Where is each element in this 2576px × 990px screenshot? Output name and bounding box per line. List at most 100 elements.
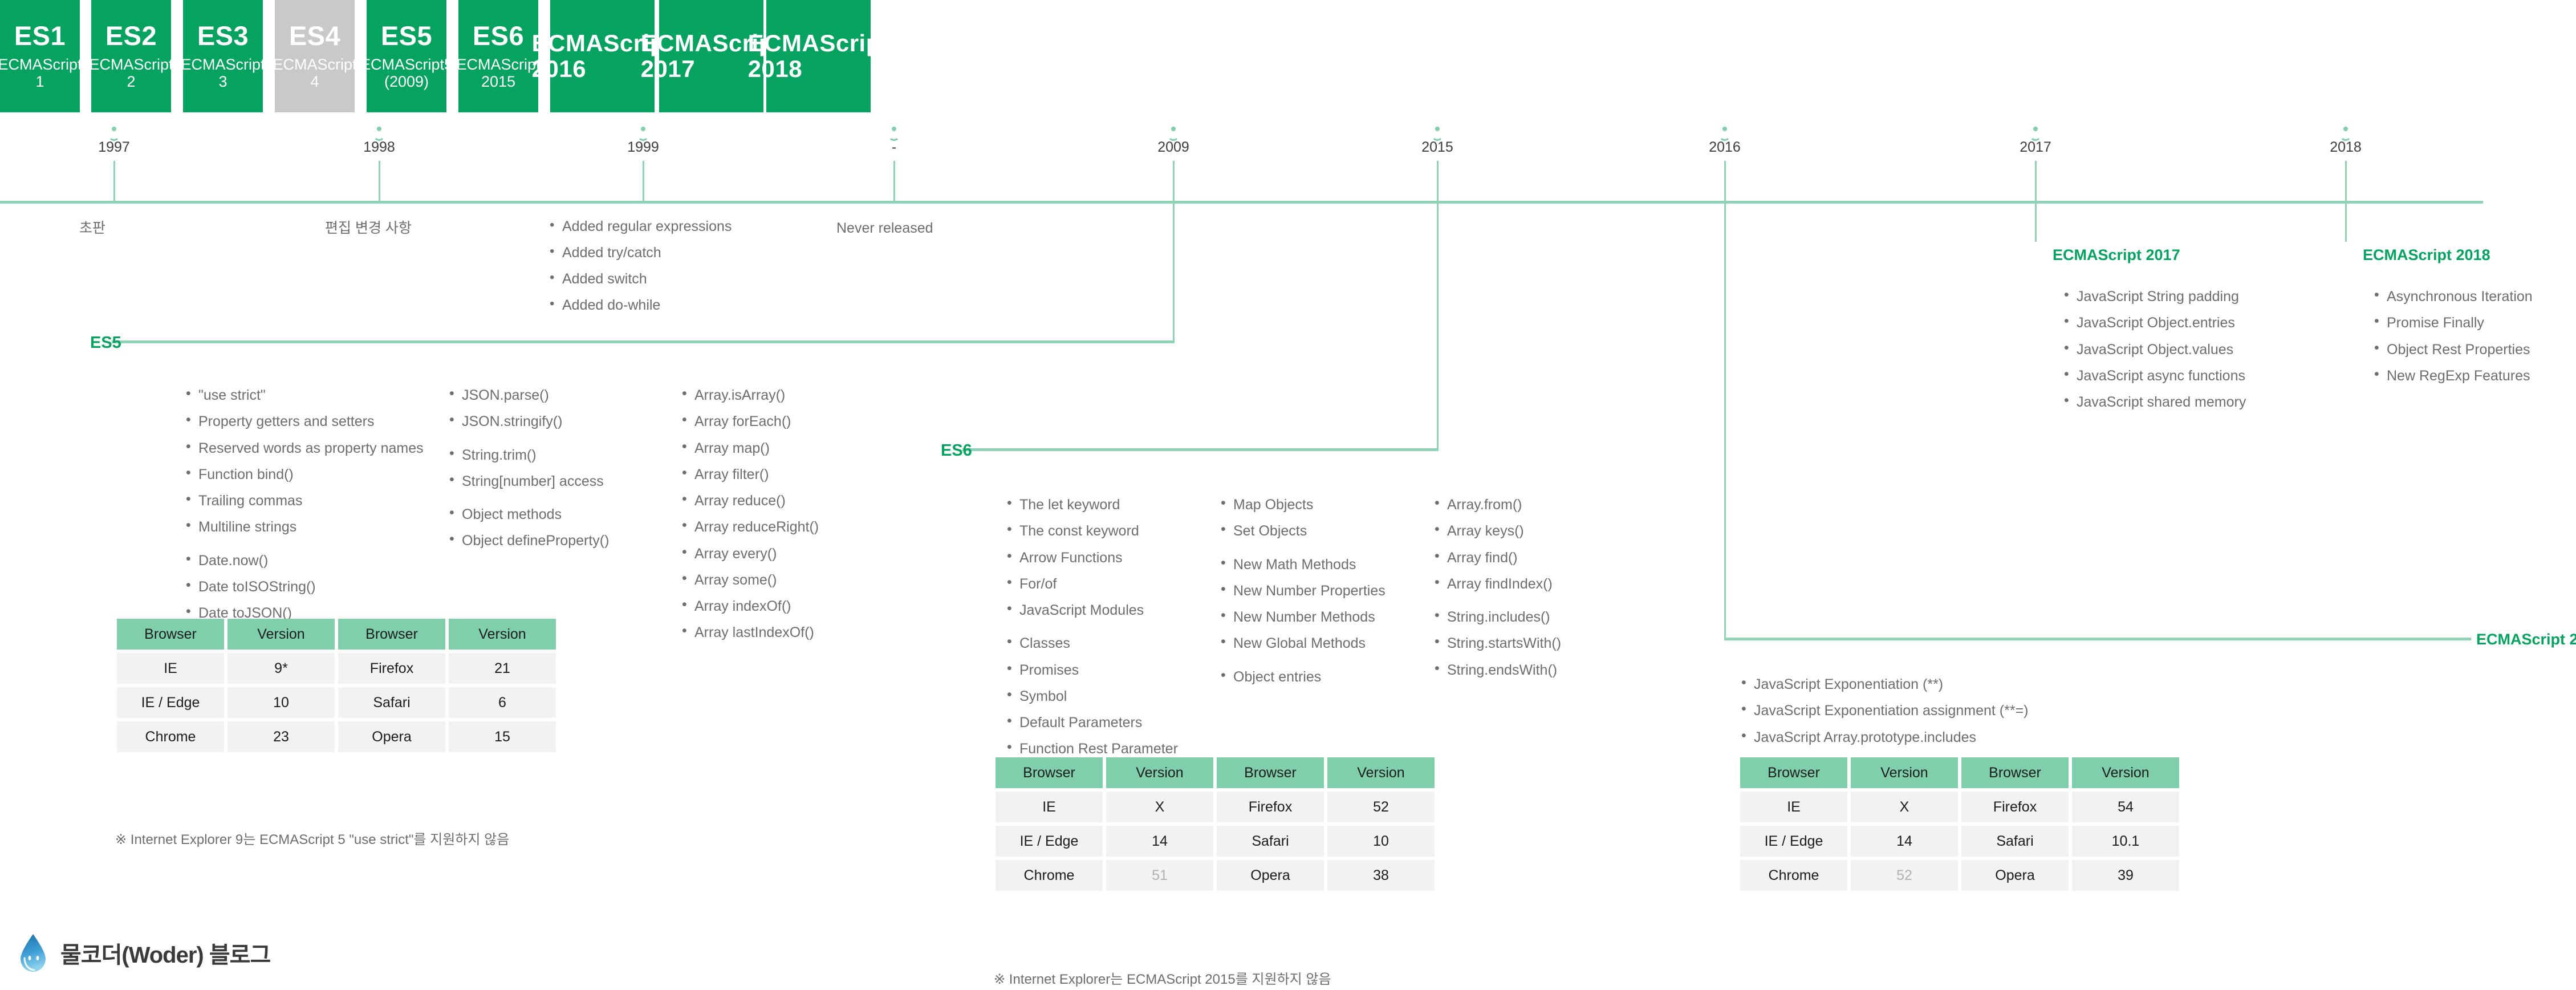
table-cell: Safari	[338, 687, 445, 718]
table-cell: 52	[1851, 860, 1958, 891]
es5-section-label: ES5	[90, 334, 121, 352]
list-item: Array lastIndexOf()	[678, 623, 819, 640]
caption-es4: Never released	[836, 221, 933, 236]
version-card-ecmascript-2018[interactable]: ECMAScript 2018	[748, 0, 889, 112]
table-row: IE / Edge 14 Safari 10	[996, 826, 1435, 857]
list-item: Promise Finally	[2371, 314, 2533, 330]
list-item: JSON.parse()	[446, 386, 609, 403]
es6-branch-vertical	[1437, 201, 1439, 451]
list-item: Set Objects	[1217, 522, 1385, 538]
table-row: Chrome 23 Opera 15	[117, 721, 556, 752]
es2018-feature-list: Asynchronous Iteration Promise Finally O…	[2371, 287, 2533, 383]
timeline-year-label: 1999	[627, 139, 659, 155]
list-item: Array every()	[678, 544, 819, 561]
table-cell: 15	[449, 721, 556, 752]
table-cell: Safari	[1217, 826, 1324, 857]
list-item: Array keys()	[1431, 522, 1561, 538]
list-item: JavaScript Array.prototype.includes	[1738, 728, 2029, 744]
list-item: Array find()	[1431, 548, 1561, 565]
column-header: Version	[1851, 757, 1958, 788]
column-header: Browser	[1961, 757, 2069, 788]
es6-table-note: ※ Internet Explorer는 ECMAScript 2015를 지원…	[994, 972, 1331, 987]
table-cell: 23	[227, 721, 335, 752]
timeline-year-label: 2017	[2020, 139, 2051, 155]
list-item: For/of	[1003, 575, 1178, 591]
list-item: String.trim()	[446, 445, 609, 462]
water-drop-icon	[17, 933, 49, 973]
list-item: New Global Methods	[1217, 634, 1385, 651]
es2016-branch-vertical	[1724, 201, 1726, 640]
card-title: ES1	[14, 21, 66, 51]
list-item: Property getters and setters	[182, 412, 424, 429]
timeline-year-label: 2016	[1709, 139, 1741, 155]
table-cell: 21	[449, 653, 556, 684]
table-cell: 14	[1106, 826, 1213, 857]
column-header: Browser	[117, 619, 224, 650]
table-row: IE 9* Firefox 21	[117, 653, 556, 684]
list-item: New Math Methods	[1217, 555, 1385, 571]
caption-es1-text: 초판	[79, 220, 106, 236]
timeline-year-label: 1997	[98, 139, 130, 155]
list-item: The let keyword	[1003, 496, 1178, 512]
list-item: Object methods	[446, 505, 609, 522]
list-item: Array reduce()	[678, 492, 819, 508]
version-card-es6[interactable]: ES6 ECMAScript 2015	[456, 0, 541, 112]
version-card-es3[interactable]: ES3 ECMAScript 3	[181, 0, 265, 112]
list-item: Function bind()	[182, 465, 424, 482]
card-title: ES6	[472, 21, 525, 51]
footer-logo: 물코더(Woder) 블로그	[17, 933, 271, 973]
table-row: IE / Edge 14 Safari 10.1	[1740, 826, 2179, 857]
table-cell: IE / Edge	[117, 687, 224, 718]
timeline-year-label: -	[891, 139, 897, 155]
es5-feature-list-2: JSON.parse() JSON.stringify() String.tri…	[446, 386, 609, 549]
list-item: JSON.stringify()	[446, 412, 609, 429]
list-item: "use strict"	[182, 386, 424, 403]
es2017-section-label: ECMAScript 2017	[2053, 246, 2180, 263]
timeline-axis	[0, 201, 2483, 204]
table-cell: Chrome	[117, 721, 224, 752]
column-header: Version	[1327, 757, 1435, 788]
table-cell: 54	[2072, 792, 2179, 822]
table-row: IE X Firefox 54	[1740, 792, 2179, 822]
list-item: JavaScript Exponentiation assignment (**…	[1738, 701, 2029, 718]
list-item: Array indexOf()	[678, 597, 819, 614]
list-item: JavaScript shared memory	[2061, 393, 2246, 409]
version-card-es2[interactable]: ES2 ECMAScript 2	[89, 0, 173, 112]
timeline-pin-icon	[1718, 127, 1732, 141]
table-cell: X	[1106, 792, 1213, 822]
column-header: Browser	[1217, 757, 1324, 788]
timeline-pin-icon	[2029, 127, 2042, 141]
version-card-es1[interactable]: ES1 ECMAScript 1	[0, 0, 82, 112]
table-cell: 9*	[227, 653, 335, 684]
es2017-branch-vertical	[2035, 201, 2037, 242]
list-item: String.startsWith()	[1431, 634, 1561, 651]
es2018-section-label: ECMAScript 2018	[2363, 246, 2490, 263]
list-item: JavaScript String padding	[2061, 287, 2246, 304]
list-item: JavaScript Object.values	[2061, 340, 2246, 356]
card-title: ES5	[380, 21, 433, 51]
version-card-ecmascript-2016[interactable]: ECMAScript 2016	[532, 0, 673, 112]
list-item: Reserved words as property names	[182, 439, 424, 455]
table-cell: Opera	[1217, 860, 1324, 891]
list-item: Asynchronous Iteration	[2371, 287, 2533, 304]
es2016-section-label: ECMAScript 2016	[2476, 631, 2576, 648]
version-card-es4[interactable]: ES4 ECMAScript 4	[273, 0, 357, 112]
list-item: JavaScript Modules	[1003, 601, 1178, 618]
timeline-connector-2017	[2035, 161, 2037, 202]
caption-es4-text: Never released	[836, 220, 933, 236]
timeline-pin-icon	[636, 127, 650, 141]
es6-browser-support-table: Browser Version Browser Version IE X Fir…	[992, 754, 1438, 894]
timeline-pin-icon	[107, 127, 121, 141]
es5-browser-support-table: Browser Version Browser Version IE 9* Fi…	[113, 615, 559, 756]
table-cell: 10	[227, 687, 335, 718]
list-item: String.includes()	[1431, 608, 1561, 624]
timeline-year-label: 2018	[2330, 139, 2362, 155]
list-item: New Number Properties	[1217, 582, 1385, 598]
list-item: Arrow Functions	[1003, 548, 1178, 565]
timeline-connector-2018	[2345, 161, 2347, 202]
version-card-es5[interactable]: ES5 ECMAScript5 (2009)	[360, 0, 453, 112]
table-cell: Chrome	[996, 860, 1103, 891]
list-item: Array.isArray()	[678, 386, 819, 403]
card-subtitle: ECMAScript 3	[181, 56, 265, 91]
list-item: Map Objects	[1217, 496, 1385, 512]
